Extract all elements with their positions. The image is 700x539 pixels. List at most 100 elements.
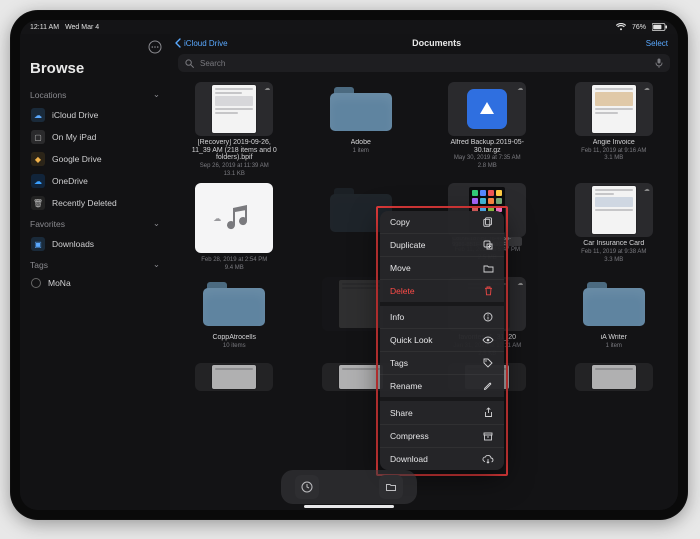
cloud-status-icon: ☁ — [517, 280, 523, 287]
sidebar-section-label: Favorites — [30, 219, 65, 229]
file-item[interactable]: ☁ [Recovery] 2019-09-26, 11_39 AM (218 i… — [176, 82, 293, 177]
file-item[interactable]: ☁ Alfred Backup.2019-05-30.tar.gz May 30… — [429, 82, 546, 177]
document-thumbnail-icon — [212, 85, 256, 133]
icloud-icon: ☁ — [31, 108, 45, 122]
sidebar-item-label: Google Drive — [52, 154, 102, 164]
sidebar-item-onedrive[interactable]: ☁OneDrive — [28, 170, 162, 192]
music-thumbnail: ☁ — [195, 183, 273, 253]
cloud-status-icon: ☁ — [517, 85, 523, 92]
ellipsis-icon[interactable] — [148, 40, 162, 54]
onedrive-icon: ☁ — [31, 174, 45, 188]
music-note-icon — [221, 201, 255, 235]
ctx-label: Download — [390, 454, 428, 464]
sidebar-item-googledrive[interactable]: ◆ Google Drive — [28, 148, 162, 170]
sidebar-item-downloads[interactable]: ▣Downloads — [28, 233, 162, 255]
folder-icon — [583, 282, 645, 326]
ctx-compress[interactable]: Compress — [380, 425, 504, 448]
sidebar-item-tag-mona[interactable]: MoNa — [28, 274, 162, 292]
sidebar-item-icloud[interactable]: ☁iCloud Drive — [28, 104, 162, 126]
tag-circle-icon — [31, 278, 41, 288]
sidebar-section-favorites[interactable]: Favorites ⌄ — [28, 214, 162, 233]
ctx-move[interactable]: Move — [380, 257, 504, 280]
ctx-label: Share — [390, 408, 413, 418]
status-bar: 12:11 AM Wed Mar 4 76% — [20, 20, 678, 34]
ctx-delete[interactable]: Delete — [380, 280, 504, 306]
ctx-label: Copy — [390, 217, 410, 227]
ctx-info[interactable]: Info — [380, 306, 504, 329]
cloud-status-icon: ☁ — [264, 85, 270, 92]
ctx-download[interactable]: Download — [380, 448, 504, 470]
back-button[interactable]: iCloud Drive — [174, 38, 228, 48]
file-name: Angie Invoice — [593, 139, 635, 147]
file-item[interactable]: Adobe 1 item — [303, 82, 420, 177]
sidebar-item-label: Recently Deleted — [52, 198, 117, 208]
ipad-icon: ▢ — [31, 130, 45, 144]
document-thumbnail-icon — [339, 280, 383, 328]
ctx-label: Rename — [390, 381, 422, 391]
status-date: Wed Mar 4 — [65, 24, 99, 31]
ipad-frame: 12:11 AM Wed Mar 4 76% — [10, 10, 688, 520]
mic-icon[interactable] — [655, 58, 663, 68]
screen: 12:11 AM Wed Mar 4 76% — [20, 20, 678, 510]
file-name: CoppAtrocells — [212, 334, 256, 342]
tag-icon — [482, 358, 494, 368]
home-indicator[interactable] — [304, 505, 394, 508]
file-item[interactable] — [176, 363, 293, 391]
downloads-folder-icon: ▣ — [31, 237, 45, 251]
sidebar-title: Browse — [28, 58, 162, 85]
search-icon — [185, 59, 194, 68]
file-meta: 13.1 KB — [224, 171, 245, 178]
ctx-label: Move — [390, 263, 411, 273]
file-item[interactable] — [556, 363, 673, 391]
select-button[interactable]: Select — [646, 39, 668, 48]
status-time: 12:11 AM — [30, 24, 59, 31]
ctx-label: Info — [390, 312, 404, 322]
dock-app-1[interactable] — [295, 475, 319, 499]
archive-icon — [482, 432, 494, 441]
ctx-label: Delete — [390, 286, 415, 296]
ctx-share[interactable]: Share — [380, 401, 504, 425]
file-item-selected[interactable]: ☁ Feb 28, 2019 at 2:54 PM 9.4 MB — [176, 183, 293, 271]
file-item[interactable]: ☁ Angie Invoice Feb 11, 2019 at 9:16 AM … — [556, 82, 673, 177]
ctx-duplicate[interactable]: Duplicate — [380, 234, 504, 257]
file-meta: 10 items — [223, 343, 246, 350]
file-meta: Feb 11, 2019 at 9:38 AM — [581, 249, 646, 256]
wifi-icon — [616, 23, 626, 31]
nav-bar: iCloud Drive Documents Select — [170, 34, 678, 50]
file-item[interactable]: iA Writer 1 item — [556, 277, 673, 357]
page-title: Documents — [412, 38, 461, 48]
cloud-status-icon: ☁ — [213, 214, 221, 223]
battery-pct: 76% — [632, 24, 646, 31]
file-meta: 3.1 MB — [604, 155, 623, 162]
file-item[interactable]: ☁ Car Insurance Card Feb 11, 2019 at 9:3… — [556, 183, 673, 271]
chevron-left-icon — [174, 38, 182, 48]
googledrive-icon: ◆ — [31, 152, 45, 166]
sidebar-section-locations[interactable]: Locations ⌄ — [28, 85, 162, 104]
ctx-quicklook[interactable]: Quick Look — [380, 329, 504, 352]
chevron-down-icon: ⌄ — [153, 218, 160, 229]
context-menu: Copy Duplicate Move Delete Info Quick Lo… — [380, 211, 504, 470]
sidebar-item-label: MoNa — [48, 278, 71, 288]
file-name: Adobe — [351, 139, 371, 147]
sidebar-item-recentlydeleted[interactable]: 🗑 Recently Deleted — [28, 192, 162, 214]
ctx-label: Duplicate — [390, 240, 425, 250]
file-name: Car Insurance Card — [583, 240, 644, 248]
sidebar-item-onmyipad[interactable]: ▢ On My iPad — [28, 126, 162, 148]
search-input[interactable]: Search — [178, 54, 670, 72]
trash-icon: 🗑 — [31, 196, 45, 210]
ctx-copy[interactable]: Copy — [380, 211, 504, 234]
file-meta: 3.3 MB — [604, 257, 623, 264]
dock — [281, 470, 417, 504]
file-meta: 2.8 MB — [478, 163, 497, 170]
ctx-tags[interactable]: Tags — [380, 352, 504, 375]
document-thumbnail-icon — [592, 186, 636, 234]
folder-icon — [203, 282, 265, 326]
cloud-status-icon: ☁ — [644, 186, 650, 193]
file-item[interactable]: CoppAtrocells 10 items — [176, 277, 293, 357]
document-thumbnail-icon — [592, 85, 636, 133]
document-thumbnail-icon — [339, 365, 383, 389]
dock-app-2[interactable] — [379, 475, 403, 499]
sidebar-section-tags[interactable]: Tags ⌄ — [28, 255, 162, 274]
sidebar-item-label: On My iPad — [52, 132, 96, 142]
ctx-rename[interactable]: Rename — [380, 375, 504, 401]
